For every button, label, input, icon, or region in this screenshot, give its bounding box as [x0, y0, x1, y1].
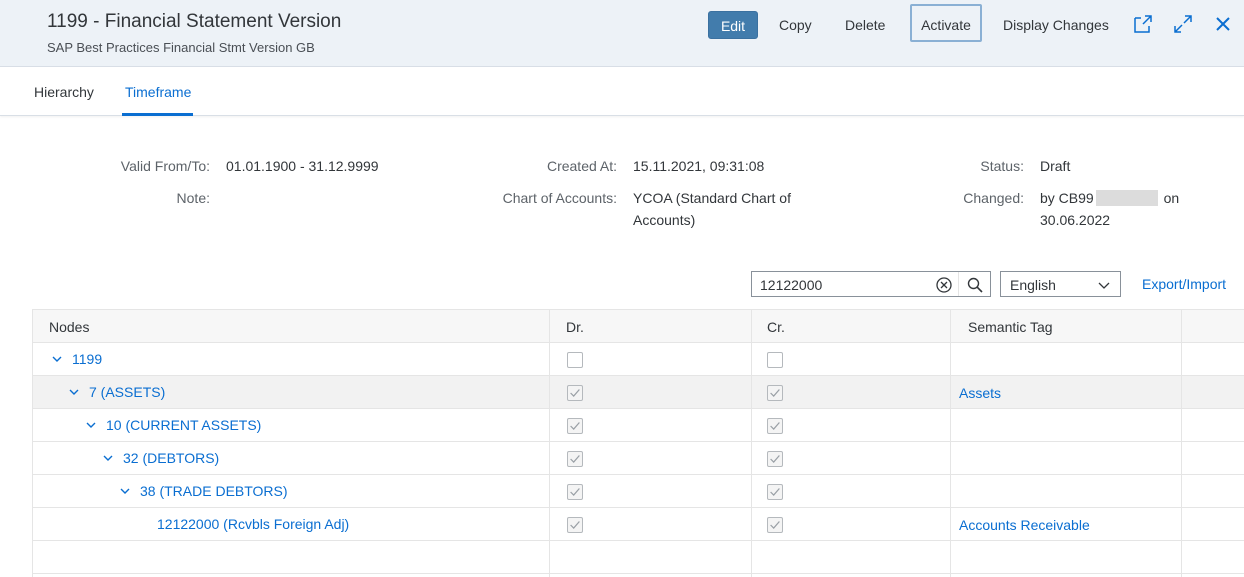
node-label[interactable]: 12122000 (Rcvbls Foreign Adj): [157, 516, 349, 532]
dr-checkbox[interactable]: [567, 352, 583, 368]
changed-on: on: [1163, 190, 1180, 206]
header-dr: Dr.: [566, 319, 584, 335]
chevron-down-icon[interactable]: [51, 353, 63, 365]
page-subtitle: SAP Best Practices Financial Stmt Versio…: [47, 40, 315, 55]
tab-timeframe[interactable]: Timeframe: [125, 84, 191, 100]
share-icon[interactable]: [1132, 13, 1154, 35]
cr-checkbox[interactable]: [767, 517, 783, 533]
page-title: 1199 - Financial Statement Version: [47, 11, 342, 32]
table-row[interactable]: 12122000 (Rcvbls Foreign Adj) Accounts Re…: [33, 508, 1244, 541]
checkmark-icon: [770, 389, 780, 397]
dr-checkbox[interactable]: [567, 451, 583, 467]
header-nodes: Nodes: [49, 319, 90, 335]
note-label: Note:: [176, 190, 210, 206]
column-divider: [751, 309, 752, 577]
checkmark-icon: [770, 455, 780, 463]
hierarchy-table: Nodes Dr. Cr. Semantic Tag 1199 7 (ASSETS…: [32, 309, 1244, 577]
node-label[interactable]: 1199: [72, 351, 102, 367]
cr-checkbox[interactable]: [767, 418, 783, 434]
delete-button[interactable]: Delete: [835, 11, 895, 39]
object-page-header: 1199 - Financial Statement Version SAP B…: [0, 0, 1244, 67]
export-import-link[interactable]: Export/Import: [1142, 276, 1226, 292]
changed-by: by CB99: [1040, 190, 1094, 206]
semantic-tag-link[interactable]: Accounts Receivable: [959, 517, 1090, 533]
search-icon[interactable]: [966, 276, 984, 294]
search-input[interactable]: 12122000: [760, 277, 822, 293]
table-row[interactable]: 32 (DEBTORS): [33, 442, 1244, 475]
activate-button[interactable]: Activate: [910, 4, 982, 42]
table-row[interactable]: 7 (ASSETS) Assets: [33, 376, 1244, 409]
language-select[interactable]: English: [1000, 271, 1121, 297]
table-header: Nodes Dr. Cr. Semantic Tag: [33, 309, 1244, 343]
tab-bar: Hierarchy Timeframe: [0, 67, 1244, 116]
copy-button[interactable]: Copy: [769, 11, 822, 39]
dr-checkbox[interactable]: [567, 385, 583, 401]
chevron-down-icon[interactable]: [85, 419, 97, 431]
cr-checkbox[interactable]: [767, 484, 783, 500]
table-row[interactable]: 10 (CURRENT ASSETS): [33, 409, 1244, 442]
checkmark-icon: [770, 422, 780, 430]
cr-checkbox[interactable]: [767, 352, 783, 368]
checkmark-icon: [770, 488, 780, 496]
fullscreen-icon[interactable]: [1172, 13, 1194, 35]
checkmark-icon: [570, 521, 580, 529]
chart-of-accounts-line2: Accounts): [633, 212, 696, 228]
search-divider: [958, 272, 959, 296]
node-label[interactable]: 38 (TRADE DEBTORS): [140, 483, 288, 499]
column-divider: [950, 309, 951, 577]
edit-button[interactable]: Edit: [708, 11, 758, 39]
table-row[interactable]: 38 (TRADE DEBTORS): [33, 475, 1244, 508]
close-icon[interactable]: [1212, 13, 1234, 35]
tab-hierarchy[interactable]: Hierarchy: [34, 84, 94, 100]
redacted-username: [1095, 190, 1158, 206]
chart-of-accounts-value: YCOA (Standard Chart of Accounts): [633, 187, 791, 231]
dr-checkbox[interactable]: [567, 517, 583, 533]
semantic-tag-link[interactable]: Assets: [959, 385, 1001, 401]
created-at-label: Created At:: [546, 158, 617, 174]
chevron-down-icon[interactable]: [102, 452, 114, 464]
valid-from-to-value: 01.01.1900 - 31.12.9999: [226, 158, 379, 174]
language-selected: English: [1010, 277, 1056, 293]
chevron-down-icon[interactable]: [68, 386, 80, 398]
changed-date: 30.06.2022: [1040, 212, 1111, 228]
dr-checkbox[interactable]: [567, 484, 583, 500]
status-value: Draft: [1040, 158, 1071, 174]
chevron-down-icon: [1098, 282, 1110, 289]
node-label[interactable]: 10 (CURRENT ASSETS): [106, 417, 261, 433]
checkmark-icon: [570, 455, 580, 463]
cr-checkbox[interactable]: [767, 451, 783, 467]
chart-of-accounts-line1: YCOA (Standard Chart of: [633, 190, 791, 206]
created-at-value: 15.11.2021, 09:31:08: [633, 158, 765, 174]
valid-from-to-label: Valid From/To:: [120, 158, 210, 174]
column-divider: [549, 309, 550, 577]
cr-checkbox[interactable]: [767, 385, 783, 401]
header-semantic-tag: Semantic Tag: [968, 319, 1053, 335]
table-row-empty: [33, 541, 1244, 574]
checkmark-icon: [770, 521, 780, 529]
header-cr: Cr.: [767, 319, 785, 335]
node-label[interactable]: 32 (DEBTORS): [123, 450, 219, 466]
checkmark-icon: [570, 389, 580, 397]
node-label[interactable]: 7 (ASSETS): [89, 384, 165, 400]
changed-label: Changed:: [963, 190, 1024, 206]
clear-icon[interactable]: [935, 276, 953, 294]
column-divider: [1181, 309, 1182, 577]
checkmark-icon: [570, 488, 580, 496]
dr-checkbox[interactable]: [567, 418, 583, 434]
tab-active-indicator: [122, 113, 193, 116]
changed-value: by CB99 on 30.06.2022: [1040, 187, 1179, 231]
chart-of-accounts-label: Chart of Accounts:: [502, 190, 617, 206]
search-field[interactable]: 12122000: [751, 271, 991, 297]
chevron-down-icon[interactable]: [119, 485, 131, 497]
display-changes-button[interactable]: Display Changes: [993, 11, 1119, 39]
status-label: Status:: [980, 158, 1024, 174]
checkmark-icon: [570, 422, 580, 430]
table-row[interactable]: 1199: [33, 343, 1244, 376]
